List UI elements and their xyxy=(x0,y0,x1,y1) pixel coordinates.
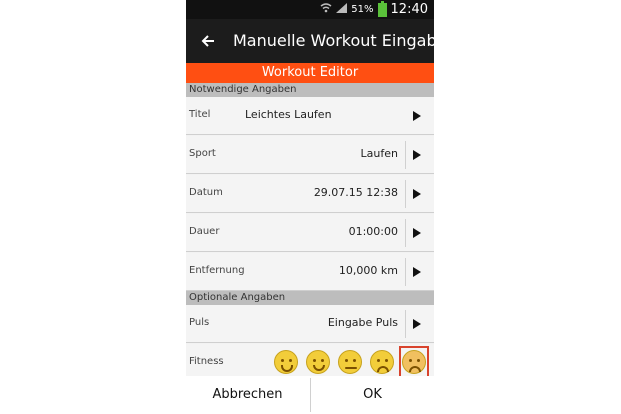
signal-icon xyxy=(336,3,348,16)
row-value: 29.07.15 12:38 xyxy=(313,186,398,199)
neutral-face-icon[interactable] xyxy=(338,350,362,374)
row-label: Datum xyxy=(189,187,223,198)
row-label: Fitness xyxy=(189,356,224,367)
row-datum[interactable]: Datum 29.07.15 12:38 xyxy=(186,175,434,213)
battery-icon xyxy=(377,0,387,17)
very-happy-face-icon[interactable] xyxy=(274,350,298,374)
page-title: Manuelle Workout Eingabe xyxy=(233,31,434,50)
row-label: Entfernung xyxy=(189,265,245,276)
phone-screen: 51% 12:40 Manuelle Workout Eingabe Worko… xyxy=(186,0,434,414)
wifi-icon xyxy=(320,3,332,16)
divider xyxy=(405,180,406,208)
row-value: Eingabe Puls xyxy=(327,316,398,329)
row-value: Laufen xyxy=(360,147,398,160)
row-label: Puls xyxy=(189,317,210,328)
battery-percent: 51% xyxy=(351,4,374,15)
workout-editor-banner: Workout Editor xyxy=(186,63,434,83)
app-bar: Manuelle Workout Eingabe xyxy=(186,19,434,63)
unhappy-face-icon[interactable] xyxy=(370,350,394,374)
row-value: 10,000 km xyxy=(338,264,398,277)
back-button[interactable] xyxy=(196,29,220,53)
cancel-button[interactable]: Abbrechen xyxy=(186,376,309,414)
row-puls[interactable]: Puls Eingabe Puls xyxy=(186,305,434,343)
bottom-actions: Abbrechen OK xyxy=(186,376,434,414)
divider xyxy=(405,141,406,169)
status-icons: 51% 12:40 xyxy=(320,0,428,19)
row-label: Sport xyxy=(189,148,216,159)
section-optional: Optionale Angaben xyxy=(186,291,434,305)
back-arrow-icon xyxy=(201,35,214,47)
row-label: Titel xyxy=(189,109,211,120)
play-arrow-icon[interactable] xyxy=(413,111,421,121)
row-titel[interactable]: Titel Leichtes Laufen xyxy=(186,97,434,135)
row-dauer[interactable]: Dauer 01:00:00 xyxy=(186,214,434,252)
sad-face-icon[interactable] xyxy=(402,350,426,374)
play-arrow-icon[interactable] xyxy=(413,150,421,160)
section-required: Notwendige Angaben xyxy=(186,83,434,97)
divider xyxy=(405,258,406,286)
divider xyxy=(405,219,406,247)
ok-button[interactable]: OK xyxy=(311,376,434,414)
row-label: Dauer xyxy=(189,226,220,237)
divider xyxy=(405,310,406,338)
row-value: Leichtes Laufen xyxy=(245,108,332,121)
happy-face-icon[interactable] xyxy=(306,350,330,374)
row-sport[interactable]: Sport Laufen xyxy=(186,136,434,174)
row-entfernung[interactable]: Entfernung 10,000 km xyxy=(186,253,434,291)
play-arrow-icon[interactable] xyxy=(413,189,421,199)
clock: 12:40 xyxy=(390,2,428,17)
play-arrow-icon[interactable] xyxy=(413,319,421,329)
status-bar: 51% 12:40 xyxy=(186,0,434,19)
play-arrow-icon[interactable] xyxy=(413,228,421,238)
row-value: 01:00:00 xyxy=(348,225,398,238)
play-arrow-icon[interactable] xyxy=(413,267,421,277)
